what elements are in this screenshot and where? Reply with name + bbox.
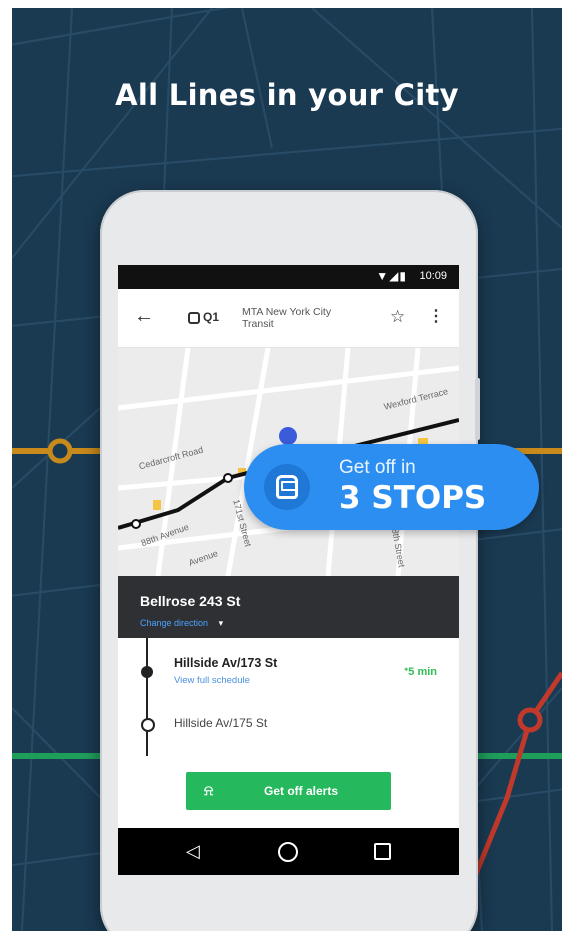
nav-home-icon[interactable] [278,842,298,862]
callout-line1: Get off in [339,457,416,478]
next-stop-dot [141,718,155,732]
promo-headline: All Lines in your City [115,78,459,112]
change-direction-label: Change direction [140,618,209,628]
orange-route-stop [47,438,73,464]
agency-name: MTA New York City Transit [242,306,332,330]
callout-stops-count: 3 STOPS [339,480,487,516]
get-off-alerts-label: Get off alerts [264,784,339,798]
overflow-menu-icon[interactable]: ⋮ [428,306,444,326]
stop-list: Hillside Av/173 St View full schedule ᐩ5… [118,638,459,756]
chevron-down-icon: ▾ [218,618,224,628]
app-bar: ← Q1 MTA New York City Transit ☆ ⋮ [118,289,459,348]
promo-screen: All Lines in your City ▼◢▮ 10:09 ← Q1 MT… [0,0,562,931]
get-off-callout: Get off in 3 STOPS [244,444,539,530]
line-badge: Q1 [188,310,219,324]
red-route-stop [517,707,543,733]
map-bus-marker[interactable] [279,427,297,445]
status-time: 10:09 [419,270,447,282]
stop-name[interactable]: Hillside Av/173 St [174,656,277,670]
bus-icon [276,475,298,499]
route-timeline [146,638,148,756]
stop-name[interactable]: Hillside Av/175 St [174,716,267,730]
back-arrow-icon[interactable]: ← [134,305,154,328]
get-off-alerts-button[interactable]: ⍾ Get off alerts [186,772,391,810]
nav-recents-icon[interactable] [374,843,391,860]
eta-label: 5 min [408,666,437,678]
map-stop-1 [131,519,141,529]
current-stop-dot [141,666,153,678]
arrival-eta: ᐩ5 min [404,665,437,678]
phone-side-button [475,378,480,440]
change-direction-link[interactable]: Change direction ▾ [140,618,223,629]
nav-back-icon[interactable]: ◁ [186,841,200,862]
phone-screen: ▼◢▮ 10:09 ← Q1 MTA New York City Transit… [118,265,459,875]
destination-header: Bellrose 243 St Change direction ▾ [118,576,459,638]
line-number: Q1 [203,310,220,324]
bell-icon: ⍾ [204,782,214,798]
bus-icon [188,312,200,324]
map-stop-2 [223,473,233,483]
status-bar: ▼◢▮ 10:09 [118,265,459,289]
view-schedule-link[interactable]: View full schedule [174,675,250,686]
android-nav-bar: ◁ [118,828,459,875]
destination-stop-name: Bellrose 243 St [140,593,241,609]
favorite-star-icon[interactable]: ☆ [390,307,405,327]
status-icons: ▼◢▮ [376,269,407,283]
